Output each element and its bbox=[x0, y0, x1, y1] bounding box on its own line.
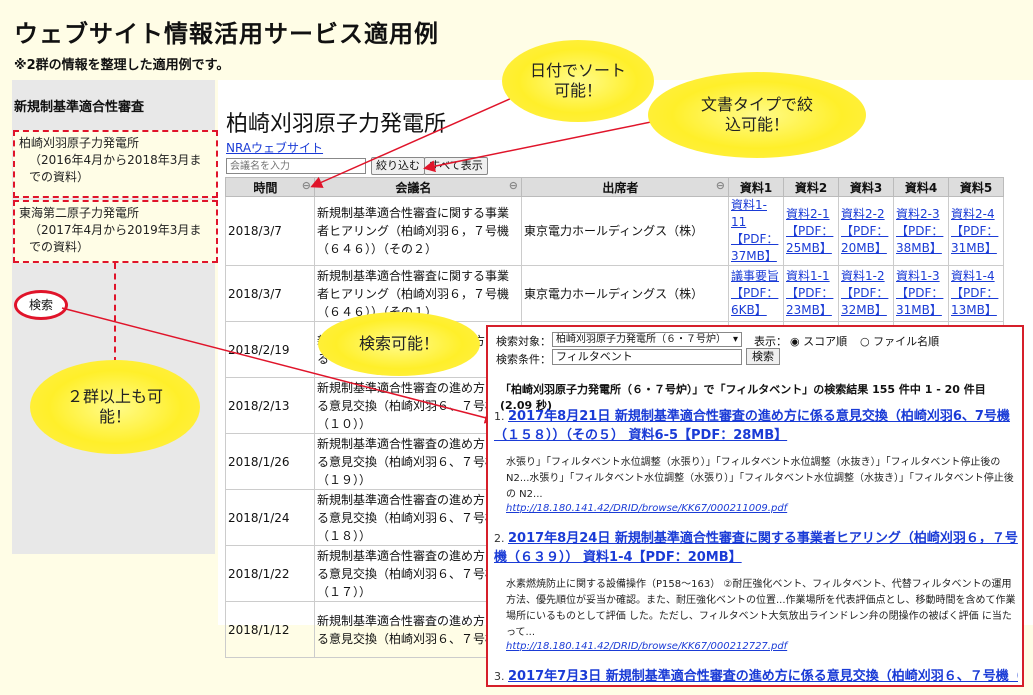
result-title-link[interactable]: 2017年8月21日 新規制基準適合性審査の進め方に係る意見交換（柏崎刈羽6、7… bbox=[494, 409, 1010, 443]
popup-search-button[interactable]: 検索 bbox=[746, 348, 780, 365]
result-title-link[interactable]: 2017年7月3日 新規制基準適合性審査の進め方に係る意見交換（柏崎刈羽６、７号… bbox=[508, 669, 1018, 684]
display-label: 表示： bbox=[754, 335, 787, 348]
target-select[interactable]: 柏崎刈羽原子力発電所（６・７号炉） ▾ bbox=[552, 332, 742, 347]
result-snippet: 水素燃焼防止に関する設備操作（P158〜163） ②耐圧強化ベント、フィルタベン… bbox=[506, 579, 1016, 638]
search-results-popup: 検索対象： 柏崎刈羽原子力発電所（６・７号炉） ▾ 表示： ◉ スコア順 ○ ファ… bbox=[486, 325, 1024, 687]
result-title-link[interactable]: 2017年8月24日 新規制基準適合性審査に関する事業者ヒアリング（柏崎刈羽６，… bbox=[494, 531, 1018, 565]
condition-label: 検索条件： bbox=[496, 353, 551, 366]
chevron-down-icon: ▾ bbox=[732, 334, 738, 345]
result-item: 3. 2017年7月3日 新規制基準適合性審査の進め方に係る意見交換（柏崎刈羽６… bbox=[494, 667, 1018, 685]
result-url-link[interactable]: http://18.180.141.42/DRID/browse/KK67/00… bbox=[494, 641, 1018, 652]
callout-multi-group: ２群以上も可能！ bbox=[30, 360, 200, 454]
radio-filename[interactable]: ○ ファイル名順 bbox=[860, 333, 939, 349]
callout-sort-by-date: 日付でソート可能！ bbox=[502, 40, 654, 122]
callout-filter-doc-type: 文書タイプで絞込可能！ bbox=[648, 72, 866, 158]
callout-search: 検索可能！ bbox=[318, 312, 480, 376]
result-snippet: 水張り」「フィルタベント水位調整（水張り）」「フィルタベント水位調整（水抜き）」… bbox=[506, 457, 1014, 500]
result-url-link[interactable]: http://18.180.141.42/DRID/browse/KK67/00… bbox=[494, 503, 1018, 514]
radio-score[interactable]: ◉ スコア順 bbox=[790, 333, 847, 349]
result-item: 2. 2017年8月24日 新規制基準適合性審査に関する事業者ヒアリング（柏崎刈… bbox=[494, 531, 1018, 652]
result-item: 1. 2017年8月21日 新規制基準適合性審査の進め方に係る意見交換（柏崎刈羽… bbox=[494, 407, 1018, 514]
condition-input[interactable]: フィルタベント bbox=[552, 349, 742, 365]
target-label: 検索対象： bbox=[496, 335, 551, 348]
